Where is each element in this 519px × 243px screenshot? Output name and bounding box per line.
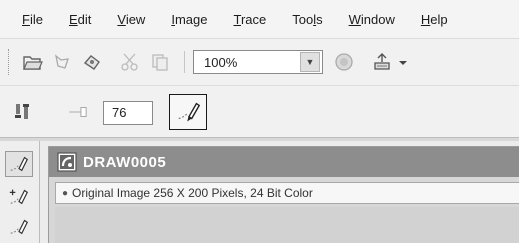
image-canvas[interactable]	[55, 207, 519, 243]
zoom-value: 100%	[204, 54, 238, 70]
settings-icon[interactable]	[12, 100, 36, 124]
menu-help[interactable]: Help	[421, 12, 448, 27]
menu-view[interactable]: View	[117, 12, 145, 27]
copy-icon[interactable]	[148, 50, 172, 74]
menu-file[interactable]: File	[22, 12, 43, 27]
pen-add-tool[interactable]	[5, 183, 33, 209]
menu-window[interactable]: Window	[349, 12, 395, 27]
menu-trace[interactable]: Trace	[233, 12, 266, 27]
pen-icon	[10, 156, 29, 172]
globe-icon[interactable]	[332, 50, 356, 74]
document-window: DRAW0005 ● Original Image 256 X 200 Pixe…	[48, 146, 519, 243]
pen-plus-icon	[9, 189, 29, 205]
pen-minus-icon	[10, 219, 29, 235]
chevron-down-icon[interactable]: ▼	[300, 52, 320, 72]
document-title: DRAW0005	[83, 153, 167, 171]
toolbox	[0, 141, 40, 243]
value-input[interactable]: 76	[103, 101, 153, 125]
menu-bar: File Edit View Image Trace Tools Window …	[0, 0, 519, 38]
scanner-icon[interactable]	[370, 50, 394, 74]
slider-icon[interactable]	[62, 100, 96, 124]
document-icon	[57, 152, 77, 172]
chevron-down-icon[interactable]	[396, 50, 410, 74]
open-icon[interactable]	[20, 50, 44, 74]
image-info-bar: ● Original Image 256 X 200 Pixels, 24 Bi…	[55, 182, 519, 204]
toolbar-separator	[184, 51, 185, 73]
hand-icon[interactable]	[50, 50, 74, 74]
cut-icon[interactable]	[118, 50, 142, 74]
menu-edit[interactable]: Edit	[69, 12, 91, 27]
image-info-text: Original Image 256 X 200 Pixels, 24 Bit …	[72, 186, 313, 200]
stamp-icon[interactable]	[80, 50, 104, 74]
pen-tool[interactable]	[5, 151, 33, 177]
menu-tools[interactable]: Tools	[292, 12, 322, 27]
pen-icon	[178, 102, 201, 122]
pen-tool-button[interactable]	[169, 94, 207, 130]
standard-toolbar: 100% ▼	[0, 38, 519, 85]
menu-image[interactable]: Image	[171, 12, 207, 27]
property-bar: 76	[0, 85, 519, 137]
bullet-icon: ●	[62, 187, 69, 199]
panel-divider	[0, 137, 519, 141]
zoom-combo[interactable]: 100% ▼	[193, 50, 323, 74]
pen-remove-tool[interactable]	[5, 213, 33, 239]
toolbar-grip[interactable]	[8, 49, 11, 75]
document-titlebar[interactable]: DRAW0005	[49, 147, 519, 177]
